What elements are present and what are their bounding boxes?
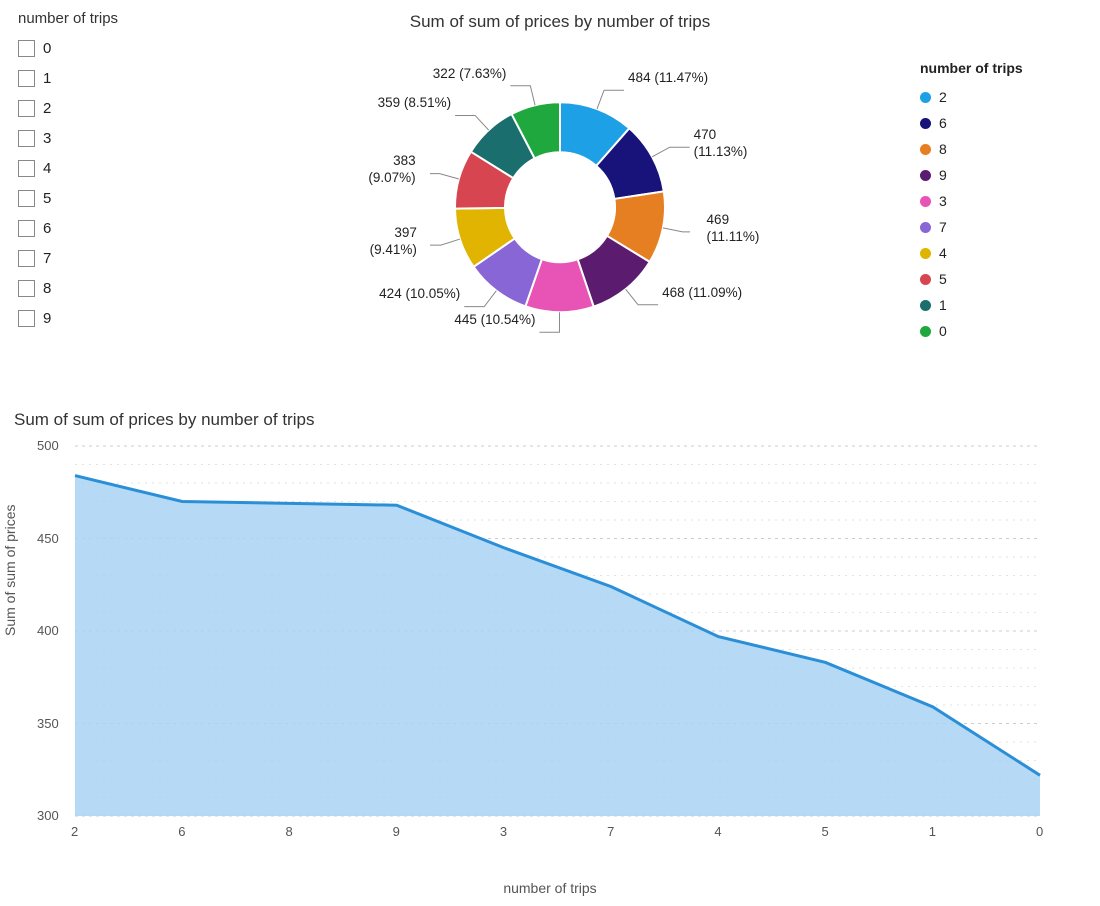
slicer-item-6[interactable]: 6 bbox=[18, 213, 192, 243]
legend-color-icon bbox=[920, 118, 931, 129]
donut-data-label: 322 (7.63%) bbox=[433, 66, 507, 83]
legend-color-icon bbox=[920, 274, 931, 285]
legend-color-icon bbox=[920, 170, 931, 181]
checkbox-icon[interactable] bbox=[18, 250, 35, 267]
slicer-item-2[interactable]: 2 bbox=[18, 93, 192, 123]
donut-data-label: 424 (10.05%) bbox=[379, 286, 460, 303]
legend-label: 2 bbox=[939, 89, 947, 105]
x-tick-label: 9 bbox=[393, 824, 400, 839]
legend-item-3[interactable]: 3 bbox=[920, 188, 1090, 214]
area-chart[interactable] bbox=[10, 436, 1070, 856]
donut-chart[interactable] bbox=[430, 77, 690, 337]
slicer-item-label: 2 bbox=[43, 100, 51, 117]
donut-data-label: 484 (11.47%) bbox=[628, 70, 708, 87]
x-tick-label: 4 bbox=[714, 824, 721, 839]
legend: number of trips 2 6 8 9 3 7 4 5 1 0 bbox=[920, 10, 1090, 380]
slicer-item-label: 0 bbox=[43, 40, 51, 57]
donut-data-label: 397(9.41%) bbox=[370, 225, 417, 259]
x-tick-label: 0 bbox=[1036, 824, 1043, 839]
donut-data-label: 469(11.11%) bbox=[707, 212, 760, 246]
y-tick-label: 400 bbox=[37, 623, 59, 638]
legend-label: 0 bbox=[939, 323, 947, 339]
y-tick-label: 350 bbox=[37, 716, 59, 731]
checkbox-icon[interactable] bbox=[18, 70, 35, 87]
legend-color-icon bbox=[920, 92, 931, 103]
checkbox-icon[interactable] bbox=[18, 280, 35, 297]
donut-data-label: 359 (8.51%) bbox=[378, 95, 452, 112]
y-axis-label: Sum of sum of prices bbox=[2, 505, 18, 637]
legend-label: 9 bbox=[939, 167, 947, 183]
checkbox-icon[interactable] bbox=[18, 160, 35, 177]
legend-label: 4 bbox=[939, 245, 947, 261]
slicer-item-0[interactable]: 0 bbox=[18, 33, 192, 63]
slicer-item-label: 4 bbox=[43, 160, 51, 177]
legend-item-1[interactable]: 1 bbox=[920, 292, 1090, 318]
donut-data-label: 468 (11.09%) bbox=[662, 285, 742, 302]
legend-item-2[interactable]: 2 bbox=[920, 84, 1090, 110]
x-tick-label: 3 bbox=[500, 824, 507, 839]
donut-data-label: 470(11.13%) bbox=[694, 127, 748, 161]
donut-chart-panel: Sum of sum of prices by number of trips … bbox=[220, 10, 900, 380]
chart-title: Sum of sum of prices by number of trips bbox=[220, 12, 900, 32]
slicer-title: number of trips bbox=[18, 10, 192, 27]
legend-item-8[interactable]: 8 bbox=[920, 136, 1090, 162]
legend-color-icon bbox=[920, 222, 931, 233]
chart-title: Sum of sum of prices by number of trips bbox=[14, 410, 1090, 430]
slicer-panel: number of trips 0 1 2 3 4 5 6 7 8 9 bbox=[10, 10, 200, 380]
legend-label: 8 bbox=[939, 141, 947, 157]
x-tick-label: 8 bbox=[285, 824, 292, 839]
slicer-item-4[interactable]: 4 bbox=[18, 153, 192, 183]
slicer-item-1[interactable]: 1 bbox=[18, 63, 192, 93]
legend-label: 5 bbox=[939, 271, 947, 287]
area-fill[interactable] bbox=[75, 476, 1040, 816]
legend-label: 3 bbox=[939, 193, 947, 209]
legend-label: 1 bbox=[939, 297, 947, 313]
legend-color-icon bbox=[920, 196, 931, 207]
legend-label: 6 bbox=[939, 115, 947, 131]
slicer-item-label: 6 bbox=[43, 220, 51, 237]
legend-item-9[interactable]: 9 bbox=[920, 162, 1090, 188]
legend-color-icon bbox=[920, 326, 931, 337]
checkbox-icon[interactable] bbox=[18, 220, 35, 237]
checkbox-icon[interactable] bbox=[18, 40, 35, 57]
checkbox-icon[interactable] bbox=[18, 100, 35, 117]
legend-item-6[interactable]: 6 bbox=[920, 110, 1090, 136]
slicer-item-label: 5 bbox=[43, 190, 51, 207]
checkbox-icon[interactable] bbox=[18, 190, 35, 207]
y-tick-label: 500 bbox=[37, 438, 59, 453]
x-tick-label: 2 bbox=[71, 824, 78, 839]
slicer-item-label: 1 bbox=[43, 70, 51, 87]
slicer-item-label: 3 bbox=[43, 130, 51, 147]
legend-color-icon bbox=[920, 144, 931, 155]
legend-item-4[interactable]: 4 bbox=[920, 240, 1090, 266]
legend-color-icon bbox=[920, 300, 931, 311]
x-tick-label: 6 bbox=[178, 824, 185, 839]
checkbox-icon[interactable] bbox=[18, 310, 35, 327]
slicer-item-8[interactable]: 8 bbox=[18, 273, 192, 303]
legend-item-5[interactable]: 5 bbox=[920, 266, 1090, 292]
slicer-item-label: 7 bbox=[43, 250, 51, 267]
slicer-item-3[interactable]: 3 bbox=[18, 123, 192, 153]
slicer-item-7[interactable]: 7 bbox=[18, 243, 192, 273]
x-tick-label: 7 bbox=[607, 824, 614, 839]
checkbox-icon[interactable] bbox=[18, 130, 35, 147]
donut-data-label: 383(9.07%) bbox=[368, 153, 415, 187]
slicer-item-label: 8 bbox=[43, 280, 51, 297]
y-tick-label: 450 bbox=[37, 531, 59, 546]
area-chart-panel: Sum of sum of prices by number of trips … bbox=[10, 410, 1090, 896]
legend-label: 7 bbox=[939, 219, 947, 235]
x-tick-label: 5 bbox=[822, 824, 829, 839]
y-tick-label: 300 bbox=[37, 808, 59, 823]
legend-item-7[interactable]: 7 bbox=[920, 214, 1090, 240]
legend-title: number of trips bbox=[920, 60, 1090, 76]
legend-item-0[interactable]: 0 bbox=[920, 318, 1090, 344]
slicer-item-5[interactable]: 5 bbox=[18, 183, 192, 213]
x-tick-label: 1 bbox=[929, 824, 936, 839]
legend-color-icon bbox=[920, 248, 931, 259]
slicer-item-9[interactable]: 9 bbox=[18, 303, 192, 333]
slicer-item-label: 9 bbox=[43, 310, 51, 327]
donut-data-label: 445 (10.54%) bbox=[454, 312, 535, 329]
